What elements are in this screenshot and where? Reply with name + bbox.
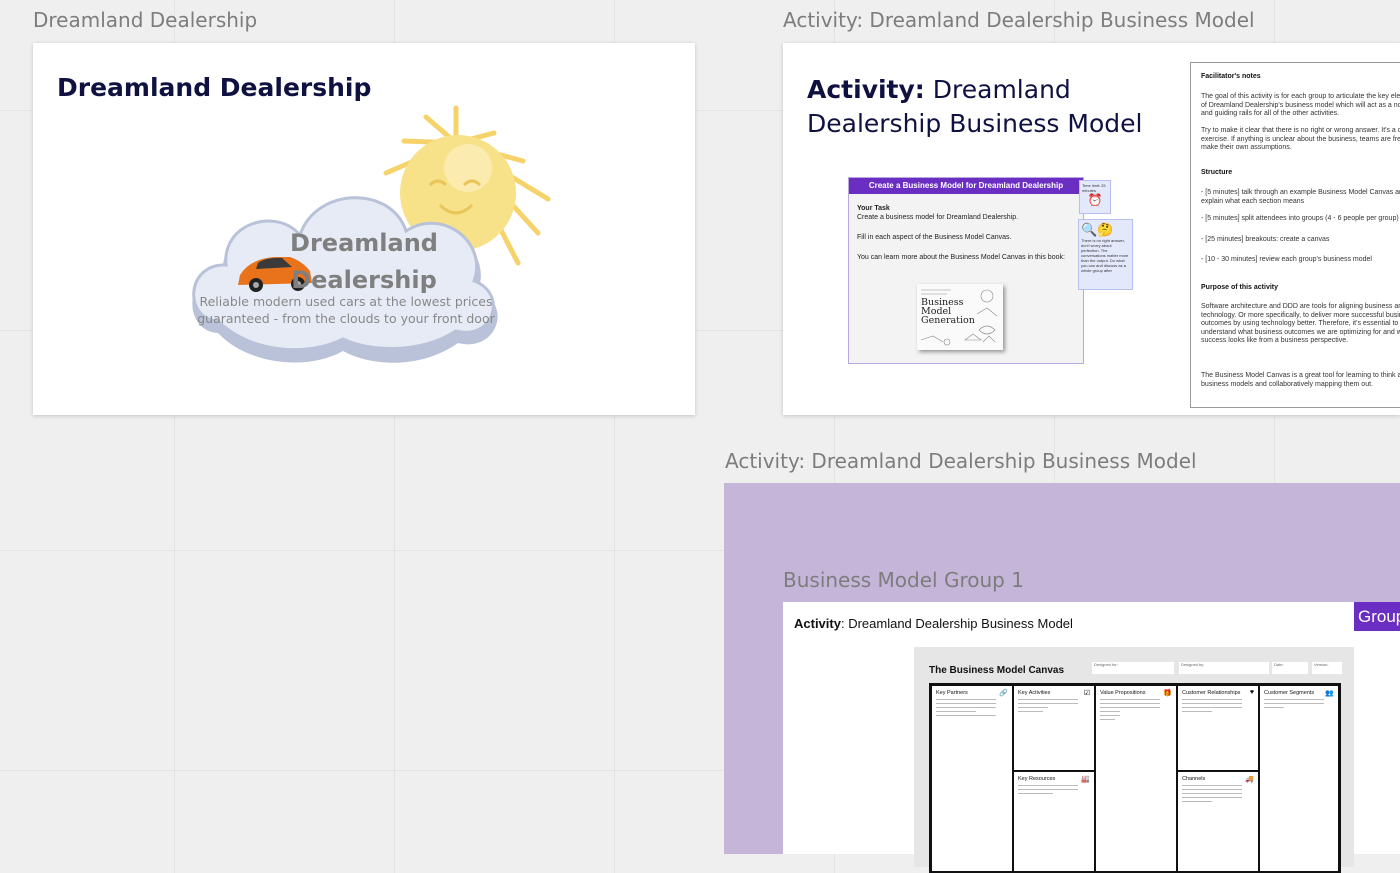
- frame-label-activity-group[interactable]: Activity: Dreamland Dealership Business …: [725, 451, 1197, 471]
- cell-heading: Channels: [1182, 776, 1206, 782]
- frame-label-dealership[interactable]: Dreamland Dealership: [33, 10, 257, 30]
- business-model-canvas[interactable]: The Business Model Canvas Designed for: …: [914, 647, 1354, 873]
- cell-value-propositions[interactable]: Value Propositions 🎁: [1095, 685, 1177, 873]
- truck-icon: 🚚: [1245, 776, 1254, 783]
- notes-structure-3: - [25 minutes] breakouts: create a canva…: [1201, 236, 1330, 243]
- group-badge: Group 1: [1354, 602, 1400, 631]
- cell-customer-relationships[interactable]: Customer Relationships ♥: [1177, 685, 1259, 771]
- frame-group-1[interactable]: Activity: Dreamland Dealership Business …: [783, 602, 1400, 873]
- group-1-title: Activity: Dreamland Dealership Business …: [794, 616, 1073, 631]
- notes-paragraph-4: The Business Model Canvas is a great too…: [1201, 372, 1400, 388]
- notes-heading: Facilitator's notes: [1201, 73, 1261, 80]
- link-icon: 🔗: [999, 690, 1008, 697]
- canvas-title: The Business Model Canvas: [929, 665, 1065, 676]
- frame-activity[interactable]: Activity: Dreamland Dealership Business …: [783, 43, 1400, 415]
- timer-sticky[interactable]: Time limit: 25 minutes ⏰: [1079, 180, 1111, 214]
- notes-purpose-heading: Purpose of this activity: [1201, 284, 1279, 291]
- canvas-grid: Key Partners 🔗 Key Activities ☑ Key Reso…: [929, 683, 1341, 873]
- gift-icon: 🎁: [1163, 690, 1172, 697]
- task-card[interactable]: Create a Business Model for Dreamland De…: [848, 177, 1084, 364]
- dealership-logo: Dreamland Dealership Reliable modern use…: [178, 103, 558, 373]
- group-1-title-rest: : Dreamland Dealership Business Model: [840, 616, 1073, 631]
- logo-name: Dreamland Dealership: [290, 229, 438, 294]
- magnifier-thinking-icon: 🔍🤔: [1081, 222, 1114, 237]
- frame-label-group-1[interactable]: Business Model Group 1: [783, 570, 1024, 590]
- cell-heading: Value Propositions: [1100, 690, 1146, 696]
- cell-heading: Key Activities: [1018, 690, 1051, 696]
- task-line-3: You can learn more about the Business Mo…: [857, 254, 1065, 261]
- factory-icon: 🏭: [1081, 776, 1090, 783]
- sticky-lines: [1182, 785, 1242, 805]
- task-subtitle: Your Task: [857, 205, 890, 212]
- notes-paragraph-1: The goal of this activity is for each gr…: [1201, 93, 1400, 117]
- sticky-lines: [1182, 699, 1242, 715]
- cell-key-resources[interactable]: Key Resources 🏭: [1013, 771, 1095, 873]
- cell-heading: Customer Segments: [1264, 690, 1315, 696]
- sticky-lines: [1018, 785, 1078, 797]
- users-icon: 👥: [1325, 690, 1334, 697]
- notes-structure-4: - [10 - 30 minutes] review each group's …: [1201, 256, 1372, 263]
- slide-title: Dreamland Dealership: [57, 73, 372, 102]
- notes-paragraph-2: Try to make it clear that there is no ri…: [1201, 127, 1400, 151]
- frame-label-activity[interactable]: Activity: Dreamland Dealership Business …: [783, 10, 1255, 30]
- facilitator-notes[interactable]: Facilitator's notes The goal of this act…: [1190, 62, 1400, 408]
- notes-structure-heading: Structure: [1201, 169, 1233, 176]
- timer-text: Time limit: 25 minutes: [1082, 183, 1106, 193]
- cell-heading: Key Resources: [1018, 776, 1056, 782]
- sticky-lines: [1018, 699, 1078, 715]
- task-card-header: Create a Business Model for Dreamland De…: [849, 178, 1083, 194]
- cell-channels[interactable]: Channels 🚚: [1177, 771, 1259, 873]
- designed-for-field[interactable]: Designed for:: [1092, 662, 1174, 674]
- alarm-clock-icon: ⏰: [1087, 193, 1103, 207]
- designed-by-field[interactable]: Designed by:: [1179, 662, 1269, 674]
- cell-key-partners[interactable]: Key Partners 🔗: [931, 685, 1013, 873]
- cell-key-activities[interactable]: Key Activities ☑: [1013, 685, 1095, 771]
- hints-text: There is no right answer, don't worry ab…: [1081, 238, 1129, 273]
- group-1-title-bold: Activity: [794, 616, 841, 631]
- cell-customer-segments[interactable]: Customer Segments 👥: [1259, 685, 1339, 873]
- notes-structure-2: - [5 minutes] split attendees into group…: [1201, 215, 1399, 222]
- notes-structure-1: - [5 minutes] talk through an example Bu…: [1201, 189, 1400, 205]
- frame-dealership[interactable]: Dreamland Dealership Dreamland Dealershi…: [33, 43, 695, 415]
- sticky-lines: [1264, 699, 1324, 711]
- activity-title: Activity: Dreamland Dealership Business …: [807, 73, 1187, 141]
- heart-icon: ♥: [1249, 689, 1254, 696]
- logo-tagline: Reliable modern used cars at the lowest …: [197, 294, 495, 326]
- task-line-2: Fill in each aspect of the Business Mode…: [857, 234, 1012, 241]
- cell-heading: Key Partners: [936, 690, 968, 696]
- book-cover-image: Business Model Generation: [917, 284, 1003, 350]
- notes-paragraph-3: Software architecture and DDD are tools …: [1201, 303, 1400, 344]
- book-title: Business Model Generation: [921, 297, 975, 326]
- cell-heading: Customer Relationships: [1182, 690, 1241, 696]
- version-field[interactable]: Version:: [1312, 662, 1342, 674]
- sticky-lines: [936, 699, 996, 719]
- date-field[interactable]: Date:: [1272, 662, 1308, 674]
- task-line-1: Create a business model for Dreamland De…: [857, 214, 1019, 221]
- checkbox-icon: ☑: [1083, 690, 1090, 697]
- hints-sticky[interactable]: 🔍🤔 There is no right answer, don't worry…: [1078, 219, 1133, 290]
- sticky-lines: [1100, 699, 1160, 723]
- activity-title-bold: Activity:: [807, 75, 925, 104]
